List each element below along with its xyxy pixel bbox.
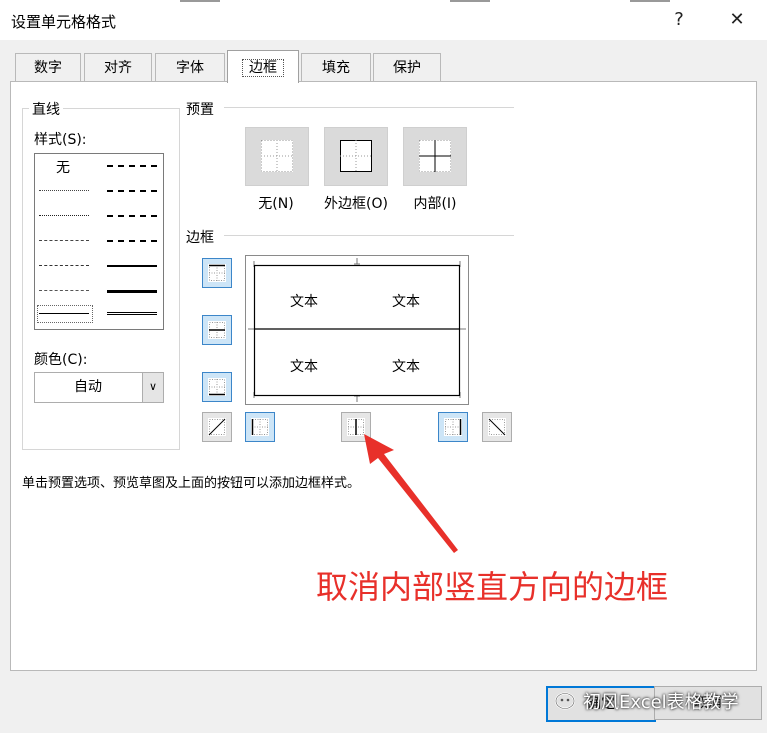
tab-number[interactable]: 数字	[15, 53, 81, 82]
border-diagonal-down-icon	[488, 418, 506, 436]
annotation-text: 取消内部竖直方向的边框	[316, 568, 669, 606]
border-inside-horizontal-button[interactable]	[202, 315, 232, 345]
presets-separator	[224, 107, 514, 108]
border-label: 边框	[186, 227, 214, 247]
preview-cell-text: 文本	[290, 294, 318, 310]
presets-label: 预置	[186, 99, 214, 119]
preview-cell-text: 文本	[392, 359, 420, 375]
color-label: 颜色(C):	[34, 352, 88, 368]
tab-font[interactable]: 字体	[155, 53, 225, 82]
line-style-list[interactable]: 无	[34, 153, 164, 330]
border-separator	[224, 235, 514, 236]
preview-border-lines	[248, 258, 466, 402]
annotation-arrow-icon	[364, 434, 458, 553]
tab-border[interactable]: 边框	[227, 50, 299, 83]
line-style-hair[interactable]	[39, 190, 89, 191]
preset-inside-button[interactable]	[403, 127, 467, 186]
line-style-medium[interactable]	[107, 265, 157, 267]
line-style-dash-dot-dot[interactable]	[39, 240, 89, 241]
preset-none-icon	[261, 140, 293, 172]
preset-outline-label: 外边框(O)	[324, 196, 388, 212]
line-style-medium-dashed[interactable]	[107, 240, 157, 242]
border-bottom-button[interactable]	[202, 372, 232, 402]
tab-border-label: 边框	[242, 59, 284, 77]
line-style-double[interactable]	[107, 312, 157, 315]
border-diagonal-up-icon	[208, 418, 226, 436]
line-style-slant-dash-dot[interactable]	[107, 190, 157, 192]
line-style-dashed[interactable]	[39, 290, 89, 291]
close-button[interactable]: ✕	[722, 8, 752, 32]
border-left-button[interactable]	[245, 412, 275, 442]
dialog-title: 设置单元格格式	[11, 13, 117, 31]
watermark-text: 初风Excel表格教学	[583, 692, 739, 713]
border-diagonal-up-button[interactable]	[202, 412, 232, 442]
line-style-none[interactable]: 无	[56, 157, 70, 177]
tab-fill[interactable]: 填充	[301, 53, 371, 82]
border-inside-horizontal-icon	[208, 321, 226, 339]
border-preview[interactable]: 文本 文本 文本 文本	[245, 255, 469, 405]
help-button[interactable]: ?	[664, 8, 694, 32]
border-left-icon	[251, 418, 269, 436]
preview-cell-text: 文本	[392, 294, 420, 310]
tab-protection[interactable]: 保护	[373, 53, 441, 82]
line-group-label: 直线	[29, 99, 63, 119]
line-style-thin[interactable]	[39, 313, 89, 314]
border-top-button[interactable]	[202, 258, 232, 288]
border-diagonal-down-button[interactable]	[482, 412, 512, 442]
style-label: 样式(S):	[34, 132, 87, 148]
preset-none-label: 无(N)	[258, 196, 294, 212]
preset-outline-icon	[340, 140, 372, 172]
chevron-down-icon[interactable]: ∨	[142, 373, 163, 402]
line-style-thick[interactable]	[107, 290, 157, 293]
tab-alignment[interactable]: 对齐	[84, 53, 152, 82]
line-style-dash-dot[interactable]	[39, 265, 89, 266]
preview-cell-text: 文本	[290, 359, 318, 375]
line-style-dotted[interactable]	[39, 215, 89, 216]
preset-none-button[interactable]	[245, 127, 309, 186]
preset-inside-icon	[419, 140, 451, 172]
border-top-icon	[208, 264, 226, 282]
line-style-medium-dash-dot-dot[interactable]	[107, 165, 157, 167]
wechat-logo-icon	[555, 692, 575, 710]
line-style-medium-dash-dot[interactable]	[107, 215, 157, 217]
preset-outline-button[interactable]	[324, 127, 388, 186]
selected-style-box	[37, 305, 93, 323]
color-select-value: 自动	[74, 379, 102, 395]
preset-inside-label: 内部(I)	[413, 196, 457, 212]
hint-text: 单击预置选项、预览草图及上面的按钮可以添加边框样式。	[22, 476, 361, 491]
background-residue	[150, 0, 670, 3]
border-bottom-icon	[208, 378, 226, 396]
color-select[interactable]: 自动 ∨	[34, 372, 164, 403]
